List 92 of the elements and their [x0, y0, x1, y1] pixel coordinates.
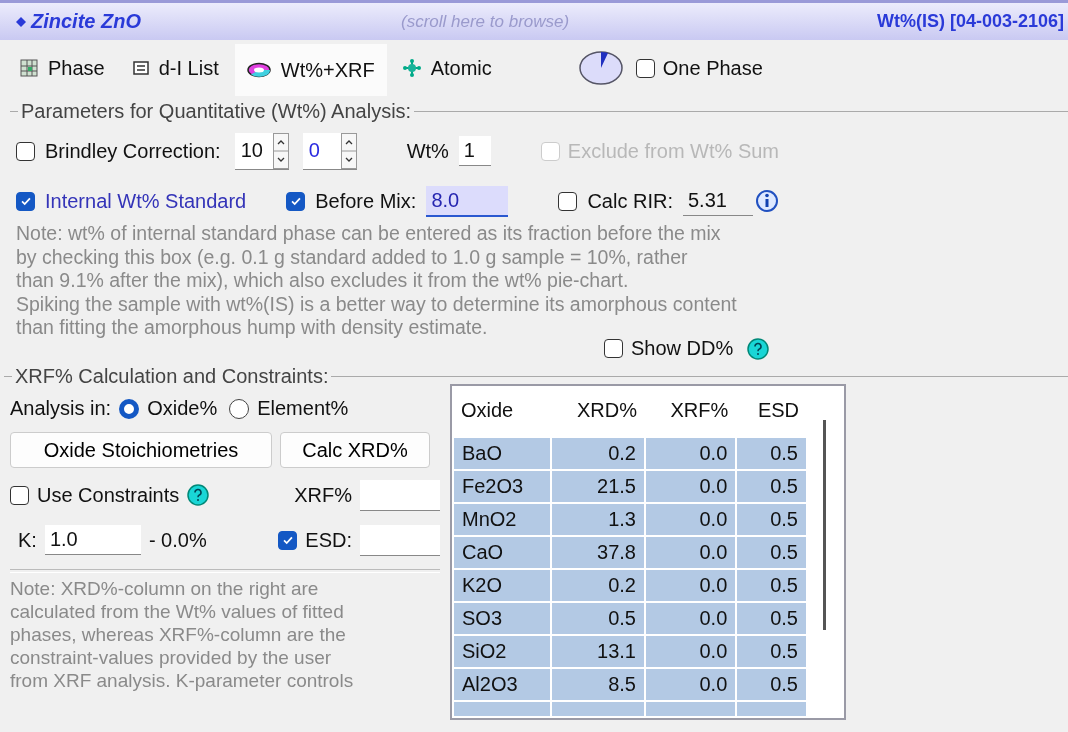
checkbox[interactable]: [286, 191, 306, 211]
checkbox[interactable]: [10, 485, 29, 505]
help-icon[interactable]: [187, 484, 210, 506]
grid-icon: [20, 59, 38, 77]
table-cell: 0.0: [645, 436, 737, 470]
table-cell: 0.5: [550, 601, 645, 635]
table-cell: 0.0: [645, 601, 737, 635]
label: Brindley Correction:: [45, 139, 221, 163]
scroll-hint: (scroll here to browse): [401, 11, 570, 32]
label: Analysis in:: [10, 397, 112, 420]
list-icon: [132, 61, 149, 75]
group-title: XRF% Calculation and Constraints:: [15, 365, 329, 388]
info-icon[interactable]: [754, 189, 779, 213]
reading-text: - 0.0%: [148, 528, 207, 552]
spin-box[interactable]: 10: [234, 132, 289, 170]
table-cell: Al2O3: [453, 667, 551, 701]
phase-title: Zincite ZnO: [31, 10, 142, 33]
label: XRF%: [294, 483, 352, 507]
table-cell: 0.2: [550, 568, 645, 602]
table-cell: Fe2O3: [453, 469, 551, 503]
spin-arrows-icon[interactable]: [340, 132, 357, 169]
label: ESD:: [305, 528, 352, 552]
table-cell: 0.0: [645, 667, 737, 701]
diamond-icon: [16, 16, 26, 27]
scrollbar[interactable]: [823, 419, 826, 630]
pie-icon: [246, 62, 271, 78]
input-field[interactable]: [360, 479, 440, 511]
table-cell: 0.2: [550, 436, 645, 470]
note-text: Note: XRD%-column on the right are calculated from the Wt% values of fitted phases, whereas XRF%-column are the constraint-values provided by the user from XRF analysis. K-parameter controls: [10, 576, 355, 692]
table-cell: 0.5: [736, 667, 807, 701]
checkbox[interactable]: [16, 141, 35, 161]
table-cell: SiO2: [453, 634, 551, 668]
table-cell: 0.0: [645, 502, 737, 536]
table-cell: 0.5: [736, 634, 807, 668]
table-cell: 0.0: [645, 535, 737, 569]
button[interactable]: Calc XRD%: [280, 432, 430, 468]
table-cell: 0.0: [645, 469, 737, 503]
checkbox[interactable]: [558, 191, 578, 211]
table-cell: K2O: [453, 568, 551, 602]
label: Exclude from Wt% Sum: [567, 139, 779, 163]
checkbox[interactable]: [635, 58, 655, 78]
label: Show DD%: [631, 337, 734, 360]
label: One Phase: [662, 56, 763, 80]
spin-arrows-icon[interactable]: [272, 132, 289, 169]
label: Oxide%: [147, 397, 218, 420]
table-cell: 0.5: [736, 601, 807, 635]
tab[interactable]: Wt%+XRF: [234, 44, 387, 96]
label: Before Mix:: [315, 189, 417, 213]
table-cell: 1.3: [550, 502, 645, 536]
spin-value: 10: [239, 139, 264, 162]
checkbox[interactable]: [16, 191, 35, 211]
input-field[interactable]: 1.0: [44, 525, 141, 555]
table-cell: 21.5: [550, 469, 645, 503]
table-cell: CaO: [453, 535, 551, 569]
label: K:: [18, 528, 37, 552]
button[interactable]: Oxide Stoichiometries: [10, 432, 272, 468]
molecule-icon: [402, 59, 421, 77]
group-title: Parameters for Quantitative (Wt%) Analysis:: [21, 99, 412, 123]
table-cell: 0.0: [645, 568, 737, 602]
table-cell: 0.5: [736, 535, 807, 569]
dial-icon[interactable]: [577, 50, 624, 86]
radio-button[interactable]: [119, 398, 140, 419]
checkbox[interactable]: [278, 530, 298, 550]
table-cell: BaO: [453, 436, 551, 470]
table-cell: 8.5: [550, 667, 645, 701]
input-field[interactable]: 8.0: [426, 185, 509, 217]
table-cell: 0.5: [736, 436, 807, 470]
table-cell: 0.5: [736, 469, 807, 503]
label: Wt%: [406, 139, 449, 163]
spin-box[interactable]: 0: [302, 132, 357, 170]
label: Internal Wt% Standard: [45, 189, 247, 213]
spin-value: 0: [307, 139, 321, 162]
table-cell: SO3: [453, 601, 551, 635]
tab[interactable]: Phase: [8, 46, 117, 90]
tab[interactable]: Atomic: [390, 46, 504, 90]
reference-text: Wt%(IS) [04-003-2106]: [876, 11, 1064, 32]
table-cell: 0.5: [736, 568, 807, 602]
table-cell: 0.0: [645, 634, 737, 668]
label: Use Constraints: [37, 483, 180, 507]
table-cell: MnO2: [453, 502, 551, 536]
input-field[interactable]: [360, 524, 440, 556]
label: Element%: [257, 397, 349, 420]
checkbox[interactable]: [604, 339, 623, 358]
table-cell: 13.1: [550, 634, 645, 668]
input-field[interactable]: 1: [458, 136, 491, 166]
table-cell: 0.5: [736, 502, 807, 536]
note-text: Note: wt% of internal standard phase can be entered as its fraction before the mix by checking this box (e.g. 0.1 g standard added to 1.0 g sample = 10%, rather than 9.1% after the mix), which also excludes it from the wt% pie-chart. Spiking the sample with wt%(IS) is a better way to determine its amorphous content than fitting the amorphous hump with density estimate.: [16, 222, 738, 340]
label: Calc RIR:: [587, 189, 673, 213]
radio-button[interactable]: [229, 398, 250, 419]
help-icon[interactable]: [747, 337, 770, 360]
table-cell: 37.8: [550, 535, 645, 569]
tab[interactable]: d-I List: [120, 46, 231, 90]
